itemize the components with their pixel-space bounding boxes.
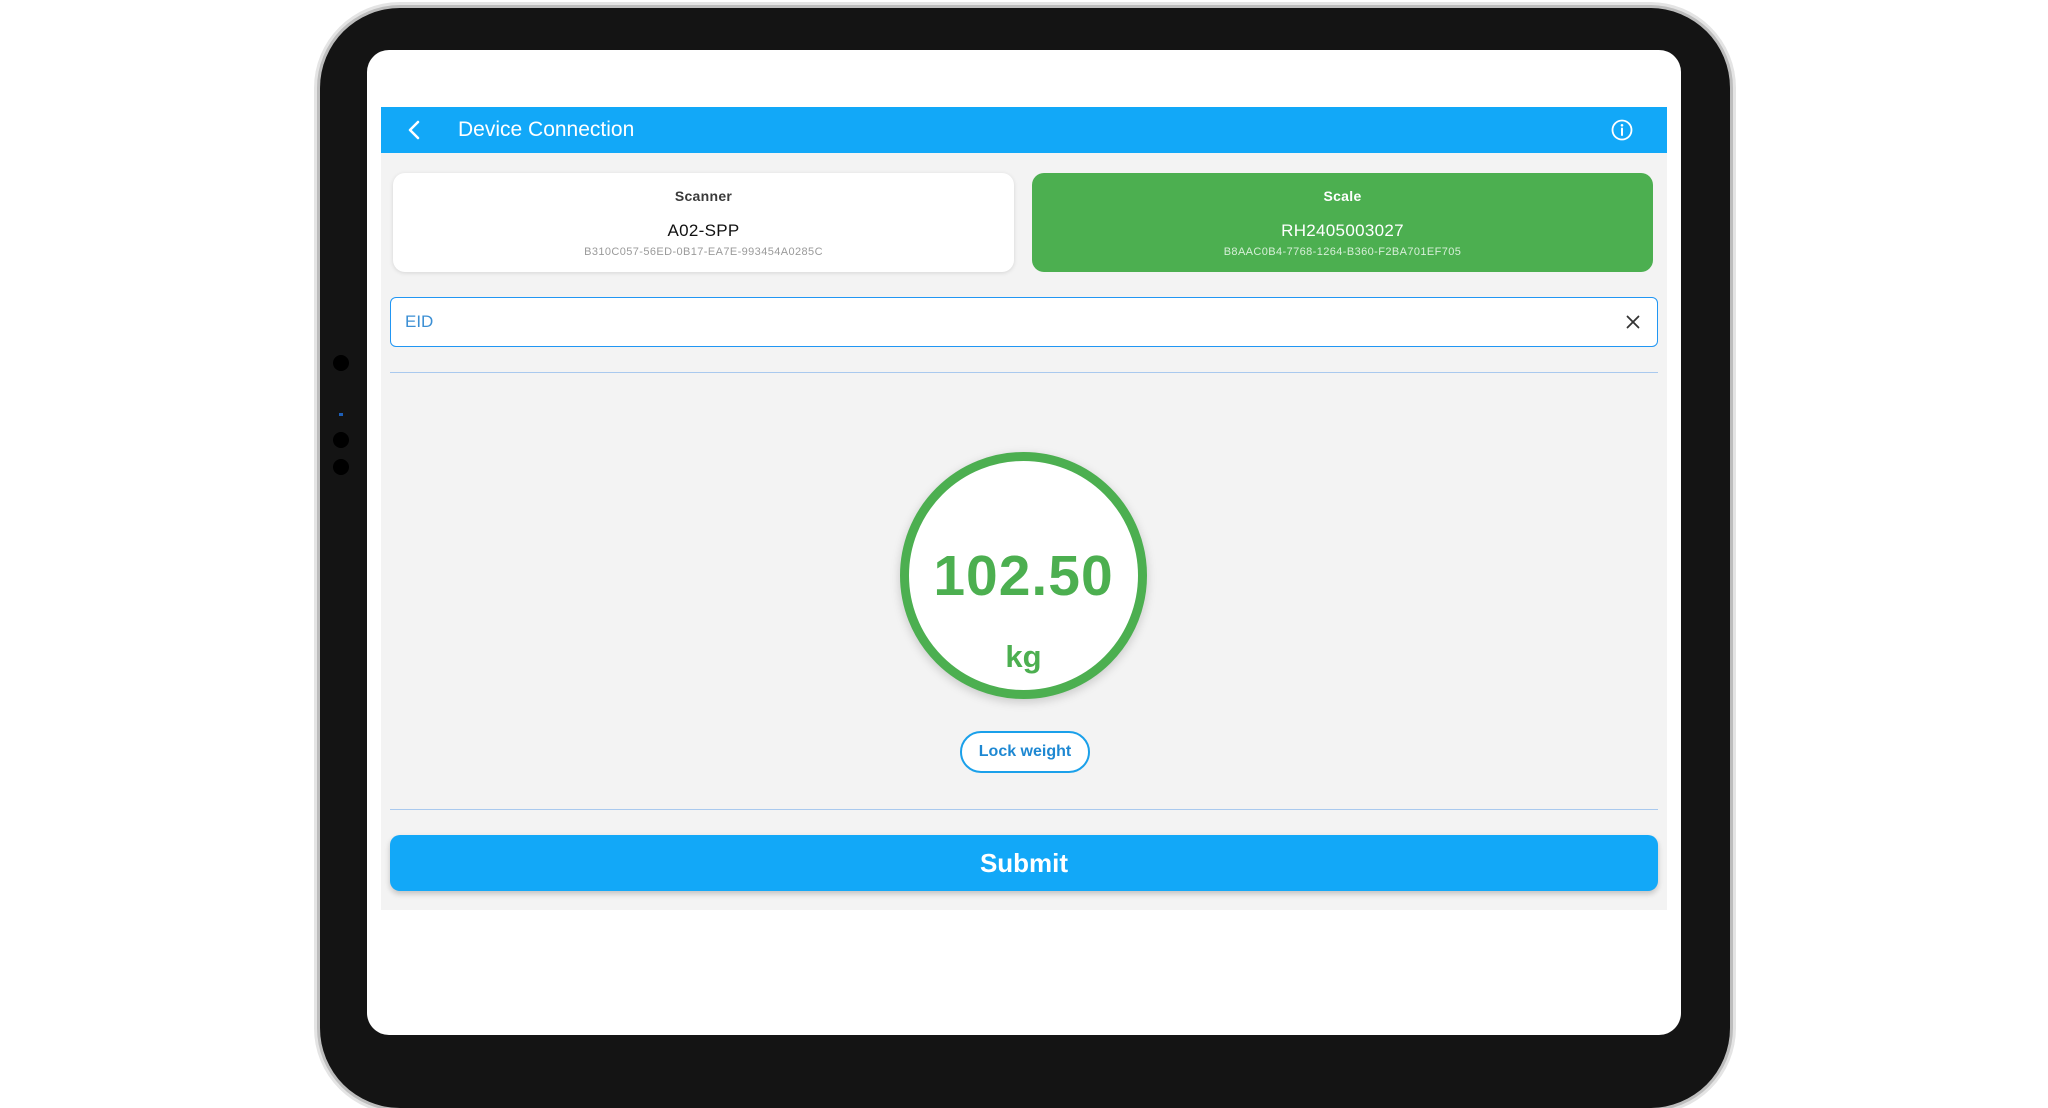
scanner-device-uuid: B310C057-56ED-0B17-EA7E-993454A0285C bbox=[584, 246, 823, 258]
weight-display: 102.50 kg bbox=[900, 452, 1147, 699]
divider bbox=[390, 809, 1658, 810]
info-circle-icon bbox=[1611, 119, 1633, 141]
page-title: Device Connection bbox=[458, 118, 635, 141]
divider bbox=[390, 372, 1658, 373]
scale-type-label: Scale bbox=[1323, 188, 1362, 204]
scale-device-uuid: B8AAC0B4-7768-1264-B360-F2BA701EF705 bbox=[1223, 246, 1462, 258]
close-icon bbox=[1626, 315, 1640, 329]
submit-button[interactable]: Submit bbox=[390, 835, 1658, 891]
side-button bbox=[333, 432, 349, 448]
weight-unit: kg bbox=[1005, 639, 1042, 674]
side-button bbox=[333, 355, 349, 371]
back-button[interactable] bbox=[395, 110, 435, 150]
weight-value: 102.50 bbox=[933, 544, 1114, 608]
scanner-type-label: Scanner bbox=[674, 188, 733, 204]
eid-field[interactable] bbox=[390, 297, 1658, 347]
tablet-screen: Device Connection Scanner A02-SPP B310C0… bbox=[367, 50, 1681, 1035]
side-button bbox=[333, 459, 349, 475]
chevron-left-icon bbox=[408, 120, 420, 140]
eid-input[interactable] bbox=[405, 298, 1585, 345]
side-indicator bbox=[339, 413, 343, 416]
scanner-device-card[interactable]: Scanner A02-SPP B310C057-56ED-0B17-EA7E-… bbox=[393, 173, 1014, 272]
device-connection-page: Device Connection Scanner A02-SPP B310C0… bbox=[381, 107, 1667, 910]
clear-eid-button[interactable] bbox=[1621, 310, 1645, 334]
lock-weight-button[interactable]: Lock weight bbox=[960, 731, 1090, 773]
scanner-device-name: A02-SPP bbox=[667, 221, 740, 240]
scale-device-name: RH2405003027 bbox=[1281, 221, 1404, 240]
info-button[interactable] bbox=[1605, 113, 1639, 147]
app-bar: Device Connection bbox=[381, 107, 1667, 153]
scale-device-card[interactable]: Scale RH2405003027 B8AAC0B4-7768-1264-B3… bbox=[1032, 173, 1653, 272]
